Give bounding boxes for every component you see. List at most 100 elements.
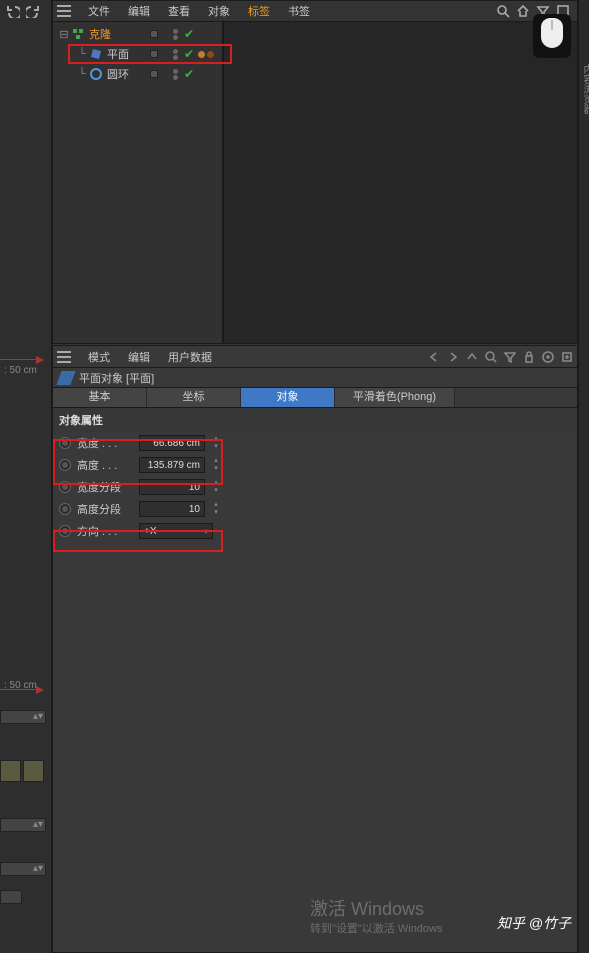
menu-userdata[interactable]: 用户数据 xyxy=(159,349,221,365)
attribute-tabs: 基本 坐标 对象 平滑着色(Phong) xyxy=(53,388,577,408)
windows-activate-sub: 转到"设置"以激活 Windows xyxy=(310,920,443,936)
menu-edit[interactable]: 编辑 xyxy=(119,3,159,19)
cloner-icon xyxy=(71,27,85,41)
plane-icon xyxy=(89,47,103,61)
dock-tab[interactable]: 内容浏览器 xyxy=(579,60,589,118)
layer-color-icon[interactable] xyxy=(150,70,158,78)
menu-edit[interactable]: 编辑 xyxy=(119,349,159,365)
enable-checkmark-icon[interactable]: ✔ xyxy=(184,27,194,41)
back-icon[interactable] xyxy=(427,350,440,363)
ruler-label: : 50 cm xyxy=(4,365,37,376)
prop-label: 方向 . . . xyxy=(77,523,133,539)
tree-row[interactable]: └ 圆环 ✔ xyxy=(57,64,218,84)
mouse-device-icon xyxy=(533,14,571,58)
prop-label: 宽度 . . . xyxy=(77,435,133,451)
tree-row[interactable]: └ 平面 ✔ xyxy=(57,44,218,64)
hamburger-icon[interactable] xyxy=(57,5,71,17)
width-input[interactable] xyxy=(139,435,205,451)
prop-wseg-row: 宽度分段 ▴▾ xyxy=(53,476,577,498)
up-icon[interactable] xyxy=(465,350,478,363)
x-axis-arrow-icon xyxy=(36,356,44,364)
right-dock[interactable]: 内容浏览器 xyxy=(578,0,589,953)
hseg-input[interactable] xyxy=(139,501,205,517)
enable-checkmark-icon[interactable]: ✔ xyxy=(184,47,194,61)
tree-item-label[interactable]: 克隆 xyxy=(89,26,111,42)
menu-object[interactable]: 对象 xyxy=(199,3,239,19)
anim-key-toggle[interactable] xyxy=(59,525,71,537)
prop-label: 高度 . . . xyxy=(77,457,133,473)
material-tags[interactable] xyxy=(198,51,214,58)
viewport-toolbar xyxy=(0,0,51,22)
spinner[interactable]: ▴▾ xyxy=(211,457,221,473)
film-icon xyxy=(23,760,44,782)
section-header: 对象属性 xyxy=(53,408,577,432)
visibility-dots[interactable] xyxy=(173,49,178,60)
tree-item-label[interactable]: 圆环 xyxy=(107,66,129,82)
tab-coord[interactable]: 坐标 xyxy=(147,388,241,407)
layer-color-icon[interactable] xyxy=(150,50,158,58)
object-title: 平面对象 [平面] xyxy=(79,370,154,386)
filter-icon[interactable] xyxy=(503,350,516,363)
home-icon[interactable] xyxy=(516,4,530,18)
anim-key-toggle[interactable] xyxy=(59,503,71,515)
zhihu-watermark: 知乎 @竹子 xyxy=(497,913,571,933)
frame-end-input[interactable]: ▴▾ xyxy=(0,862,46,876)
undo-icon[interactable] xyxy=(6,4,20,18)
menu-tags[interactable]: 标签 xyxy=(239,3,279,19)
forward-icon[interactable] xyxy=(446,350,459,363)
object-manager-panel: 文件 编辑 查看 对象 标签 书签 ⊟ 克隆 ✔ └ 平面 ✔ xyxy=(52,0,578,344)
anim-key-toggle[interactable] xyxy=(59,437,71,449)
search-icon[interactable] xyxy=(484,350,497,363)
misc-toggle[interactable] xyxy=(0,890,22,904)
ruler-label: : 50 cm xyxy=(4,680,37,691)
layer-color-icon[interactable] xyxy=(150,30,158,38)
menu-view[interactable]: 查看 xyxy=(159,3,199,19)
prop-height-row: 高度 . . . ▴▾ xyxy=(53,454,577,476)
prop-direction-row: 方向 . . . +X ▾ xyxy=(53,520,577,542)
timeline-preview[interactable] xyxy=(0,760,46,784)
tab-basic[interactable]: 基本 xyxy=(53,388,147,407)
enable-checkmark-icon[interactable]: ✔ xyxy=(184,67,194,81)
anim-key-toggle[interactable] xyxy=(59,481,71,493)
tree-row[interactable]: ⊟ 克隆 ✔ xyxy=(57,24,218,44)
height-input[interactable] xyxy=(139,457,205,473)
menu-file[interactable]: 文件 xyxy=(79,3,119,19)
object-preview-area xyxy=(223,22,577,343)
visibility-dots[interactable] xyxy=(173,29,178,40)
direction-select[interactable]: +X ▾ xyxy=(139,523,213,539)
spinner[interactable]: ▴▾ xyxy=(211,479,221,495)
tab-phong[interactable]: 平滑着色(Phong) xyxy=(335,388,455,407)
frame-current-input[interactable]: ▴▾ xyxy=(0,818,46,832)
expand-toggle-icon[interactable]: ⊟ xyxy=(57,28,71,41)
lock-icon[interactable] xyxy=(522,350,535,363)
visibility-dots[interactable] xyxy=(173,69,178,80)
menu-mode[interactable]: 模式 xyxy=(79,349,119,365)
viewport-lower[interactable] xyxy=(0,400,52,690)
x-axis-arrow-icon xyxy=(36,686,44,694)
plane-icon xyxy=(56,371,75,385)
spinner[interactable]: ▴▾ xyxy=(211,435,221,451)
chevron-down-icon: ▾ xyxy=(204,527,208,536)
prop-width-row: 宽度 . . . ▴▾ xyxy=(53,432,577,454)
wseg-input[interactable] xyxy=(139,479,205,495)
object-tree[interactable]: ⊟ 克隆 ✔ └ 平面 ✔ └ 圆环 ✔ xyxy=(53,22,223,343)
hamburger-icon[interactable] xyxy=(57,351,71,363)
prop-label: 宽度分段 xyxy=(77,479,133,495)
redo-icon[interactable] xyxy=(26,4,40,18)
menu-bookmarks[interactable]: 书签 xyxy=(279,3,319,19)
target-icon[interactable] xyxy=(541,350,554,363)
tree-item-label[interactable]: 平面 xyxy=(107,46,129,62)
viewport-upper[interactable] xyxy=(0,40,52,360)
search-icon[interactable] xyxy=(496,4,510,18)
object-manager-menubar: 文件 编辑 查看 对象 标签 书签 xyxy=(53,1,577,22)
tab-object[interactable]: 对象 xyxy=(241,388,335,407)
frame-start-input[interactable]: ▴▾ xyxy=(0,710,46,724)
anim-key-toggle[interactable] xyxy=(59,459,71,471)
viewport-strip: : 50 cm : 50 cm ▴▾ ▴▾ ▴▾ xyxy=(0,0,52,953)
spinner[interactable]: ▴▾ xyxy=(211,501,221,517)
new-icon[interactable] xyxy=(560,350,573,363)
prop-hseg-row: 高度分段 ▴▾ xyxy=(53,498,577,520)
object-title-row: 平面对象 [平面] xyxy=(53,368,577,388)
tree-branch-icon: └ xyxy=(75,48,89,60)
attribute-panel: 模式 编辑 用户数据 平面对象 [平面] 基本 坐标 对象 平滑着色(Phong… xyxy=(52,345,578,953)
